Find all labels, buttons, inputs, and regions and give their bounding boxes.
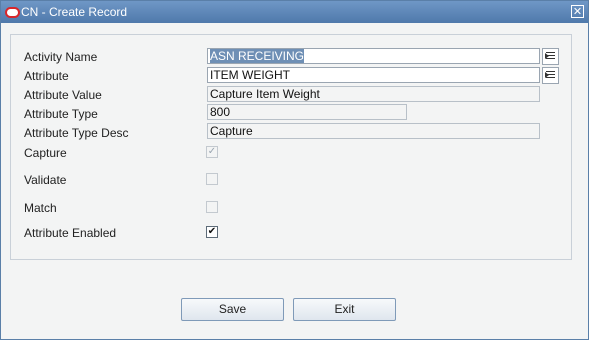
- attribute-enabled-checkbox[interactable]: ✔: [206, 226, 218, 238]
- validate-checkbox[interactable]: [206, 173, 218, 185]
- activity-name-lov-button[interactable]: [542, 48, 559, 65]
- title-bar: CN - Create Record ✕: [1, 1, 588, 23]
- attribute-value-label: Attribute Value: [24, 88, 102, 102]
- attribute-lov-button[interactable]: [542, 67, 559, 84]
- activity-name-label: Activity Name: [24, 50, 98, 64]
- match-label: Match: [24, 201, 57, 215]
- create-record-dialog: CN - Create Record ✕ Activity Name ASN R…: [0, 0, 589, 340]
- window-title: CN - Create Record: [21, 5, 128, 19]
- attribute-enabled-label: Attribute Enabled: [24, 226, 117, 240]
- attribute-label: Attribute: [24, 69, 69, 83]
- activity-name-field[interactable]: ASN RECEIVING: [207, 48, 540, 64]
- exit-button[interactable]: Exit: [293, 298, 396, 321]
- arrow-icon: [545, 53, 549, 59]
- validate-label: Validate: [24, 173, 67, 187]
- capture-label: Capture: [24, 146, 67, 160]
- attribute-type-field: 800: [207, 104, 407, 120]
- oracle-logo-icon: [5, 7, 20, 18]
- capture-checkbox[interactable]: ✓: [206, 146, 218, 158]
- attribute-value-field: Capture Item Weight: [207, 86, 540, 102]
- attribute-type-desc-field: Capture: [207, 123, 540, 139]
- attribute-type-label: Attribute Type: [24, 107, 98, 121]
- save-button[interactable]: Save: [181, 298, 284, 321]
- match-checkbox[interactable]: [206, 201, 218, 213]
- close-icon[interactable]: ✕: [571, 5, 584, 18]
- arrow-icon: [545, 72, 549, 78]
- attribute-type-desc-label: Attribute Type Desc: [24, 126, 129, 140]
- activity-name-value: ASN RECEIVING: [210, 49, 305, 63]
- attribute-field[interactable]: ITEM WEIGHT: [207, 67, 540, 83]
